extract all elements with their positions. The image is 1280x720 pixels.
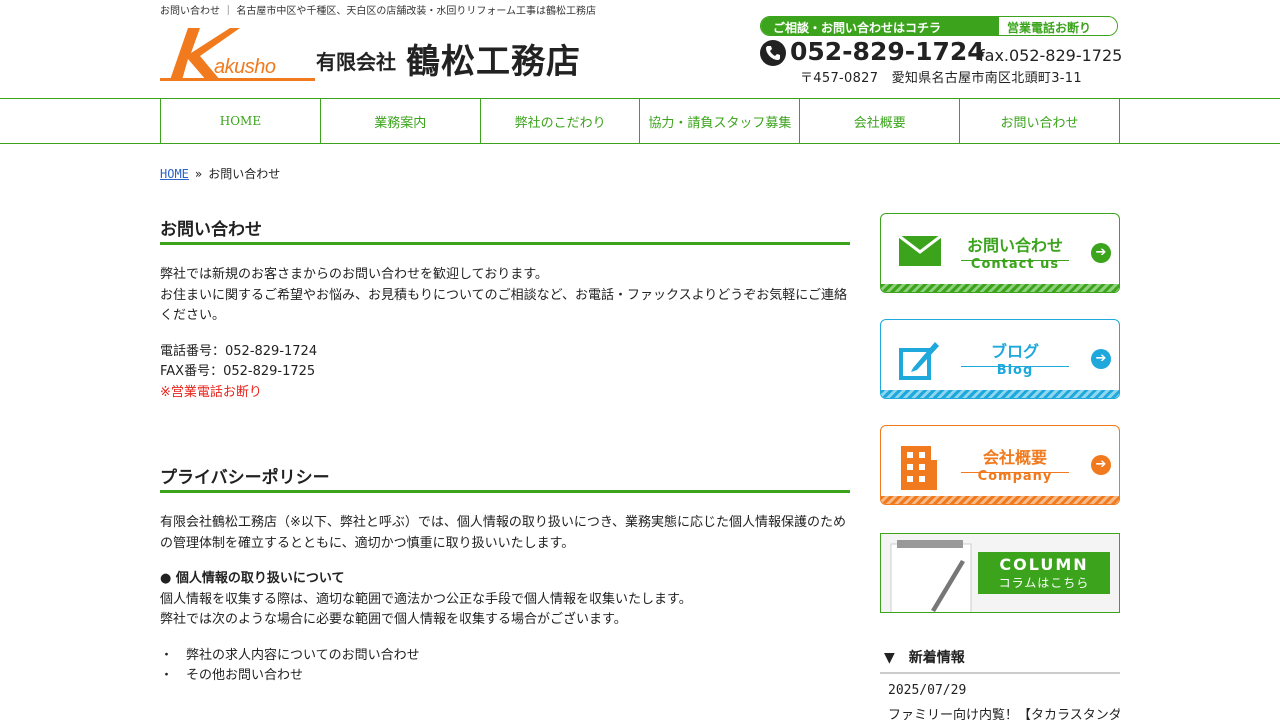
arrow-right-icon: ➔ bbox=[1091, 455, 1111, 475]
page-tagline: お問い合わせ ｜ 名古屋市中区や千種区、天白区の店舗改装・水回りリフォーム工事は… bbox=[160, 6, 597, 17]
privacy-sub-heading: ● 個人情報の取り扱いについて bbox=[160, 571, 345, 586]
stripe-decoration bbox=[881, 284, 1119, 292]
phone-icon bbox=[760, 40, 786, 66]
contact-fax: FAX番号：052-829-1725 bbox=[160, 364, 316, 379]
building-icon bbox=[901, 446, 937, 490]
main-content: お問い合わせ 弊社では新規のお客さまからのお問い合わせを歓迎しております。 お住… bbox=[160, 210, 850, 687]
contact-intro-line2: お住まいに関するご希望やお悩み、お見積もりについてのご相談など、お電話・ファック… bbox=[160, 287, 848, 324]
pen-note-icon bbox=[899, 342, 939, 380]
sidebar-contact-button[interactable]: お問い合わせ Contact us ➔ bbox=[880, 213, 1120, 293]
breadcrumb-separator: » bbox=[194, 167, 203, 181]
breadcrumb-home-link[interactable]: HOME bbox=[160, 167, 189, 181]
nav-item-services[interactable]: 業務案内 bbox=[321, 99, 481, 143]
contact-tel: 電話番号：052-829-1724 bbox=[160, 343, 318, 359]
sidebar-contact-subtitle: Contact us bbox=[970, 257, 1060, 272]
phone-row: 052-829-1724 fax.052-829-1725 bbox=[760, 37, 1123, 68]
global-nav: HOME 業務案内 弊社のこだわり 協力・請負スタッフ募集 会社概要 お問い合わ… bbox=[0, 98, 1280, 144]
header-address: 〒457-0827 愛知県名古屋市南区北頭町3-11 bbox=[800, 71, 1082, 86]
news-title-link[interactable]: ファミリー向け内覧！【タカラスタンダード】 bbox=[888, 704, 1120, 720]
privacy-intro: 有限会社鶴松工務店（※以下、弊社と呼ぶ）では、個人情報の取り扱いにつき、業務実態… bbox=[160, 515, 846, 551]
stripe-decoration bbox=[881, 496, 1119, 504]
logo-underline bbox=[160, 78, 315, 81]
sidebar-blog-subtitle: Blog bbox=[996, 363, 1034, 378]
nav-item-contact[interactable]: お問い合わせ bbox=[960, 99, 1120, 143]
privacy-sub-line1: 個人情報を収集する際は、適切な範囲で適法かつ公正な手段で個人情報を収集いたします… bbox=[160, 591, 692, 607]
logo-company-name: 鶴松工務店 bbox=[406, 42, 581, 82]
column-title: COLUMN bbox=[999, 555, 1089, 574]
logo-company-type: 有限会社 bbox=[316, 50, 396, 74]
privacy-sub-line2: 弊社では次のような場合に必要な範囲で個人情報を収集する場合がございます。 bbox=[160, 612, 627, 627]
sidebar: お問い合わせ Contact us ➔ ブログ Blog ➔ 会社概要 Comp… bbox=[880, 213, 1120, 505]
arrow-right-icon: ➔ bbox=[1091, 243, 1111, 263]
no-sales-call-label: 営業電話お断り bbox=[999, 17, 1117, 35]
nav-item-recruit[interactable]: 協力・請負スタッフ募集 bbox=[640, 99, 801, 143]
breadcrumb-current: お問い合わせ bbox=[208, 167, 281, 181]
column-banner[interactable]: COLUMN コラムはこちら bbox=[880, 533, 1120, 613]
site-header: お問い合わせ ｜ 名古屋市中区や千種区、天白区の店舗改装・水回りリフォーム工事は… bbox=[0, 0, 1280, 98]
contact-banner-label: ご相談・お問い合わせはコチラ bbox=[761, 17, 999, 35]
sidebar-company-subtitle: Company bbox=[977, 469, 1053, 484]
contact-intro-line1: 弊社では新規のお客さまからのお問い合わせを歓迎しております。 bbox=[160, 267, 548, 282]
mail-icon bbox=[899, 234, 941, 266]
no-sales-call-notice: ※営業電話お断り bbox=[160, 384, 262, 400]
site-logo[interactable]: akusho 有限会社 鶴松工務店 bbox=[160, 26, 610, 84]
nav-item-home[interactable]: HOME bbox=[161, 99, 321, 143]
news-heading: ▼ 新着情報 bbox=[880, 644, 1120, 674]
logo-akusho-text: akusho bbox=[214, 56, 276, 78]
nav-item-commitment[interactable]: 弊社のこだわり bbox=[481, 99, 641, 143]
stripe-decoration bbox=[881, 390, 1119, 398]
contact-heading: お問い合わせ bbox=[160, 210, 850, 245]
column-label-box: COLUMN コラムはこちら bbox=[978, 552, 1110, 594]
contact-banner: ご相談・お問い合わせはコチラ 営業電話お断り bbox=[760, 16, 1118, 36]
privacy-heading: プライバシーポリシー bbox=[160, 458, 850, 493]
sidebar-blog-button[interactable]: ブログ Blog ➔ bbox=[880, 319, 1120, 399]
column-subtitle: コラムはこちら bbox=[998, 576, 1090, 590]
list-item: ・ その他お問い合わせ bbox=[160, 668, 304, 683]
news-date: 2025/07/29 bbox=[888, 683, 967, 698]
header-phone-number[interactable]: 052-829-1724 bbox=[790, 37, 985, 66]
clipboard-pen-icon bbox=[890, 540, 972, 612]
arrow-right-icon: ➔ bbox=[1091, 349, 1111, 369]
nav-item-company[interactable]: 会社概要 bbox=[800, 99, 961, 143]
list-item: ・ 弊社の求人内容についてのお問い合わせ bbox=[160, 647, 420, 663]
breadcrumb: HOME » お問い合わせ bbox=[160, 165, 280, 182]
sidebar-company-button[interactable]: 会社概要 Company ➔ bbox=[880, 425, 1120, 505]
header-fax-number: fax.052-829-1725 bbox=[979, 46, 1123, 65]
